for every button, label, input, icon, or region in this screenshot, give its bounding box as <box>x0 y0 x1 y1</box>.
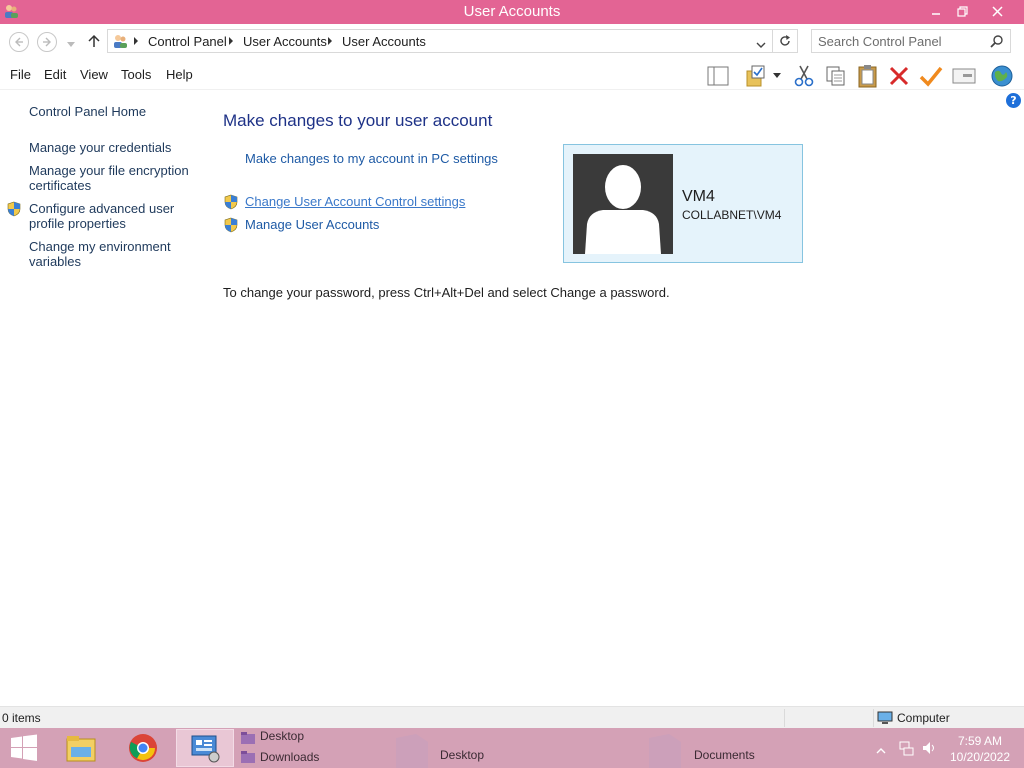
show-hidden-icons-icon[interactable] <box>876 744 886 758</box>
pc-settings-link[interactable]: Make changes to my account in PC setting… <box>245 151 498 166</box>
clock-date: 10/20/2022 <box>949 750 1011 764</box>
breadcrumb-user-accounts[interactable]: User Accounts <box>243 34 327 49</box>
start-button[interactable] <box>0 729 48 767</box>
menu-edit[interactable]: Edit <box>44 67 66 82</box>
windows-logo-icon <box>11 734 37 761</box>
address-dropdown-icon[interactable] <box>756 38 766 52</box>
shield-icon <box>223 194 239 210</box>
system-clock[interactable]: 7:59 AM 10/20/2022 <box>945 733 1015 765</box>
status-divider <box>784 709 785 727</box>
control-panel-taskbar-button[interactable] <box>176 729 234 767</box>
help-icon[interactable]: ? <box>1006 93 1021 108</box>
breadcrumb-separator-icon[interactable] <box>134 37 138 45</box>
downloads-folder-icon <box>240 750 256 767</box>
menu-file[interactable]: File <box>10 67 31 82</box>
page-title: Make changes to your user account <box>223 111 493 130</box>
up-arrow-icon[interactable] <box>88 34 100 51</box>
computer-icon <box>877 711 893 728</box>
forward-button[interactable] <box>37 32 57 52</box>
user-accounts-icon <box>112 33 128 52</box>
shield-icon <box>223 217 239 233</box>
desktop-folder-icon <box>392 732 432 768</box>
user-name: VM4 <box>682 188 715 205</box>
shield-icon <box>6 201 22 220</box>
jump-item-downloads[interactable]: Downloads <box>260 750 319 764</box>
sidebar-item-manage-credentials[interactable]: Manage your credentials <box>29 140 194 155</box>
chrome-taskbar-button[interactable] <box>116 729 170 767</box>
item-count: 0 items <box>2 711 41 725</box>
volume-icon[interactable] <box>921 740 937 759</box>
status-location: Computer <box>897 711 950 725</box>
search-input[interactable] <box>818 33 983 49</box>
sidebar-item-environment-variables[interactable]: Change my environment variables <box>29 239 194 269</box>
close-button[interactable] <box>975 0 1020 22</box>
refresh-button[interactable] <box>773 29 798 53</box>
delete-icon[interactable] <box>886 63 912 89</box>
default-user-icon <box>573 154 673 254</box>
address-bar[interactable]: Control Panel User Accounts User Account… <box>107 29 773 53</box>
uac-settings-link[interactable]: Change User Account Control settings <box>245 194 465 209</box>
sidebar-item-file-encryption[interactable]: Manage your file encryption certificates <box>29 163 194 193</box>
search-icon[interactable] <box>990 34 1004 51</box>
menu-view[interactable]: View <box>80 67 108 82</box>
status-bar: 0 items Computer <box>0 706 1024 728</box>
restore-button[interactable] <box>948 0 976 22</box>
folder-icon <box>240 731 256 748</box>
avatar <box>573 154 673 254</box>
password-info-text: To change your password, press Ctrl+Alt+… <box>223 285 670 300</box>
user-domain: COLLABNET\VM4 <box>682 208 782 222</box>
folder-options-icon[interactable] <box>743 63 769 89</box>
user-account-card: VM4 COLLABNET\VM4 <box>563 144 803 263</box>
globe-icon[interactable] <box>989 63 1015 89</box>
network-icon[interactable] <box>898 740 914 759</box>
file-explorer-icon <box>66 736 96 762</box>
control-panel-icon <box>191 735 220 763</box>
menu-tools[interactable]: Tools <box>121 67 151 82</box>
taskbar: Desktop Downloads Desktop Documents 7:59… <box>0 728 1024 768</box>
title-bar: User Accounts <box>0 0 1024 24</box>
paste-icon[interactable] <box>855 63 881 89</box>
breadcrumb-user-accounts-current[interactable]: User Accounts <box>342 34 426 49</box>
minimize-button[interactable] <box>922 0 950 22</box>
clock-time: 7:59 AM <box>957 734 1003 748</box>
breadcrumb-separator-icon[interactable] <box>229 37 233 45</box>
breadcrumb-separator-icon[interactable] <box>328 37 332 45</box>
copy-icon[interactable] <box>823 63 849 89</box>
search-box[interactable] <box>811 29 1011 53</box>
checkmark-icon[interactable] <box>918 63 944 89</box>
manage-user-accounts-link[interactable]: Manage User Accounts <box>245 217 379 232</box>
properties-icon[interactable] <box>951 63 977 89</box>
dropdown-icon[interactable] <box>770 63 784 89</box>
chrome-icon <box>129 734 157 762</box>
taskbar-desktop-label[interactable]: Desktop <box>440 748 484 762</box>
breadcrumb-control-panel[interactable]: Control Panel <box>148 34 227 49</box>
file-explorer-taskbar-button[interactable] <box>56 729 106 767</box>
cut-icon[interactable] <box>791 63 817 89</box>
menu-toolbar-row: File Edit View Tools Help <box>0 60 1024 90</box>
jump-item-desktop[interactable]: Desktop <box>260 729 304 743</box>
address-row: Control Panel User Accounts User Account… <box>0 26 1024 56</box>
layout-icon[interactable] <box>705 63 731 89</box>
back-button[interactable] <box>9 32 29 52</box>
documents-folder-icon <box>645 732 685 768</box>
sidebar-item-control-panel-home[interactable]: Control Panel Home <box>29 104 194 119</box>
left-navigation-pane: Control Panel Home Manage your credentia… <box>0 90 205 705</box>
menu-help[interactable]: Help <box>166 67 193 82</box>
window-title: User Accounts <box>463 3 561 20</box>
status-divider <box>873 709 874 727</box>
taskbar-documents-label[interactable]: Documents <box>694 748 755 762</box>
recent-locations-chevron-icon[interactable] <box>67 37 75 51</box>
sidebar-item-advanced-profile[interactable]: Configure advanced user profile properti… <box>29 201 194 231</box>
